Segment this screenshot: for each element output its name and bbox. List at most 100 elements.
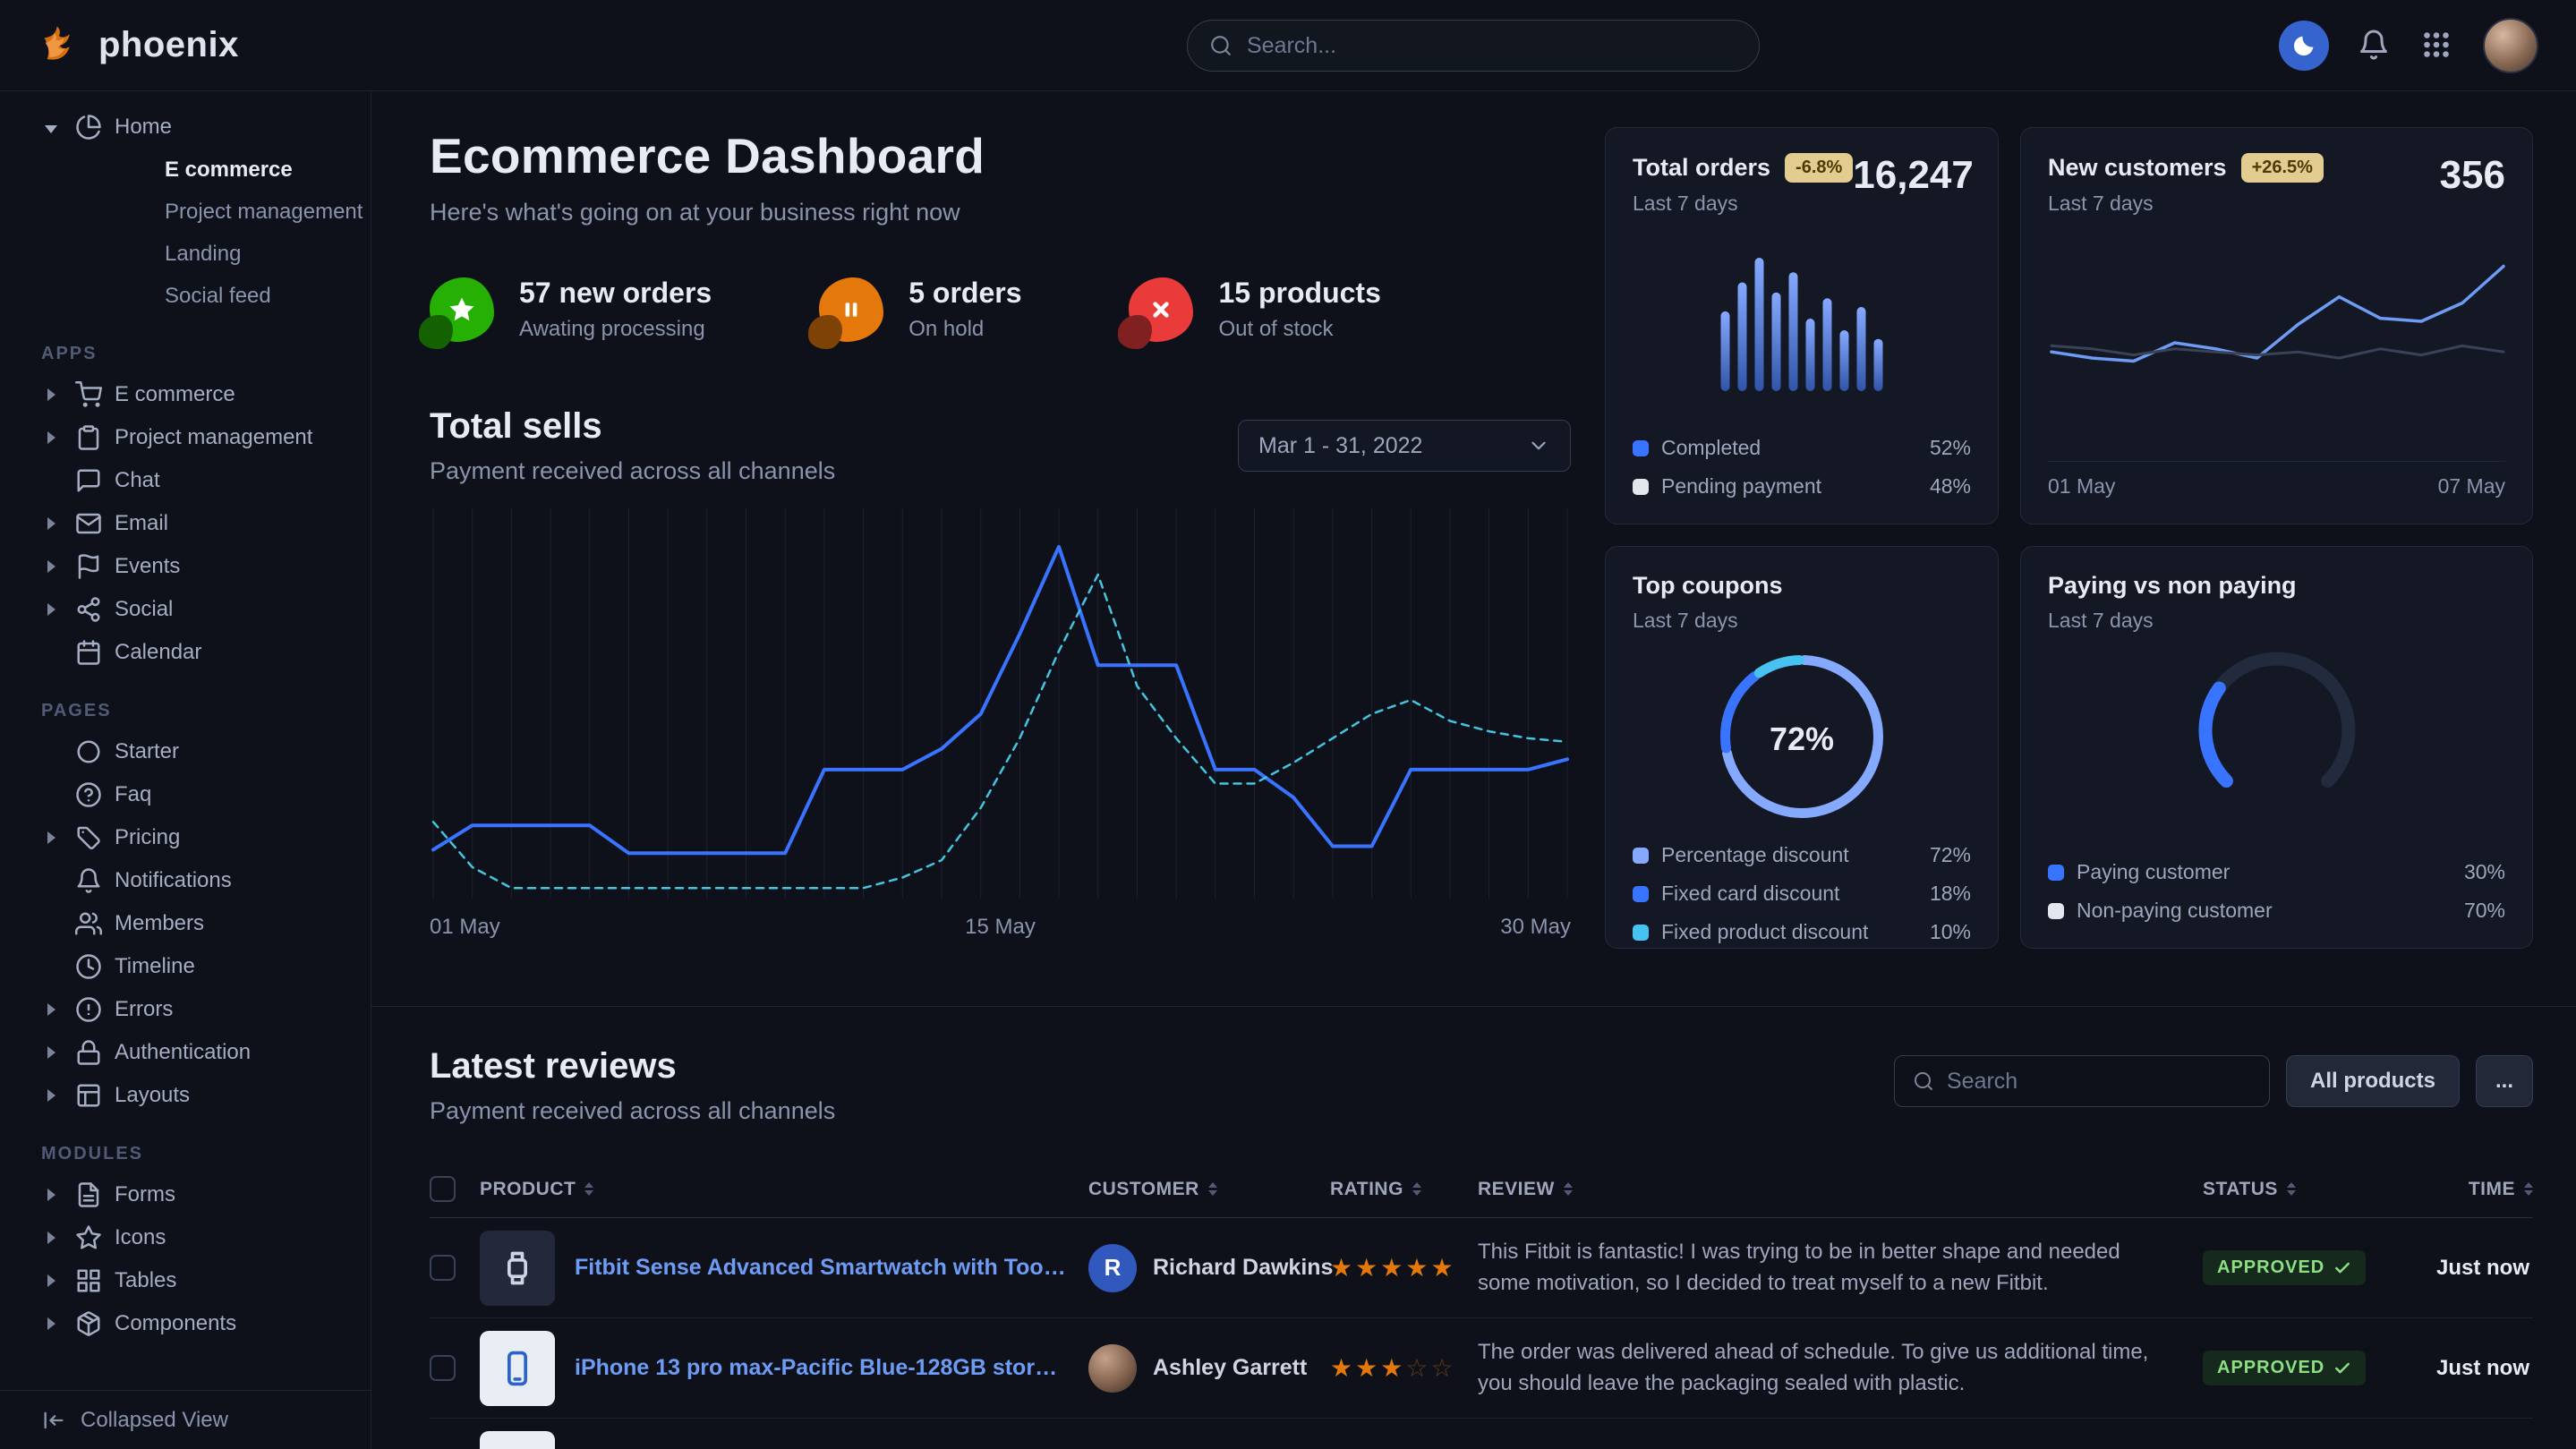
chevron-right-icon: [39, 1003, 63, 1016]
sidebar-item-chat[interactable]: Chat: [0, 459, 371, 502]
legend-value: 48%: [1930, 474, 1971, 499]
page-subtitle: Here's what's going on at your business …: [430, 199, 1571, 226]
chevron-right-icon: [39, 517, 63, 530]
main-content: Ecommerce Dashboard Here's what's going …: [371, 91, 2576, 1449]
pie-chart-icon: [75, 114, 102, 141]
axis-label: 01 May: [2048, 474, 2115, 499]
column-header-review[interactable]: REVIEW: [1478, 1179, 2203, 1200]
legend-swatch: [1633, 440, 1649, 456]
column-header-rating[interactable]: RATING: [1330, 1179, 1478, 1200]
sidebar-item-e-commerce-app[interactable]: E commerce: [0, 373, 371, 416]
sidebar-item-layouts[interactable]: Layouts: [0, 1074, 371, 1117]
column-label: STATUS: [2203, 1179, 2278, 1200]
sidebar-item-email[interactable]: Email: [0, 502, 371, 545]
collapsed-view-label: Collapsed View: [81, 1408, 228, 1433]
legend-item: Fixed product discount 10%: [1633, 920, 1971, 944]
legend-value: 18%: [1930, 882, 1971, 906]
sidebar-item-components[interactable]: Components: [0, 1302, 371, 1345]
product-link[interactable]: iPhone 13 pro max-Pacific Blue-128GB sto…: [575, 1355, 1067, 1381]
notifications-button[interactable]: [2358, 29, 2392, 63]
column-header-status[interactable]: STATUS: [2203, 1179, 2409, 1200]
legend-value: 52%: [1930, 436, 1971, 460]
column-header-customer[interactable]: CUSTOMER: [1088, 1179, 1330, 1200]
column-label: REVIEW: [1478, 1179, 1555, 1200]
date-range-select[interactable]: Mar 1 - 31, 2022: [1238, 420, 1571, 472]
column-header-time[interactable]: TIME: [2409, 1179, 2533, 1200]
star-icon: [447, 294, 477, 325]
column-header-product[interactable]: PRODUCT: [480, 1179, 1088, 1200]
rating-stars: ★★★☆☆: [1330, 1353, 1478, 1383]
sidebar-item-starter[interactable]: Starter: [0, 730, 371, 773]
total-sells-subtitle: Payment received across all channels: [430, 457, 835, 485]
sidebar-subitem-label: Social feed: [165, 284, 271, 309]
table-row: iPhone 13 pro max-Pacific Blue-128GB sto…: [430, 1318, 2533, 1419]
alert-circle-icon: [75, 996, 102, 1023]
mail-icon: [75, 510, 102, 537]
global-search-input[interactable]: [1247, 33, 1737, 59]
row-checkbox[interactable]: [430, 1355, 456, 1381]
sidebar-item-social[interactable]: Social: [0, 588, 371, 631]
reviews-search[interactable]: [1894, 1055, 2270, 1107]
sidebar-item-authentication[interactable]: Authentication: [0, 1031, 371, 1074]
sidebar-section-modules: MODULES: [0, 1144, 371, 1164]
brand-logo[interactable]: phoenix: [38, 22, 239, 69]
reviews-search-input[interactable]: [1947, 1069, 2251, 1095]
review-text: The order was delivered ahead of schedul…: [1478, 1337, 2203, 1400]
legend-item: Paying customer 30%: [2048, 860, 2505, 884]
sidebar-subitem-landing[interactable]: Landing: [0, 233, 371, 275]
row-checkbox[interactable]: [430, 1255, 456, 1281]
stat-value: 57 new orders: [519, 277, 712, 310]
sidebar-subitem-social-feed[interactable]: Social feed: [0, 275, 371, 317]
total-sells-x-axis: 01 May 15 May 30 May: [430, 915, 1571, 940]
sidebar-item-forms[interactable]: Forms: [0, 1173, 371, 1216]
review-time: Just now: [2409, 1356, 2533, 1381]
axis-label: 30 May: [1500, 915, 1571, 940]
sidebar-item-events[interactable]: Events: [0, 545, 371, 588]
trend-badge: -6.8%: [1785, 153, 1853, 183]
sidebar-item-label: Authentication: [115, 1040, 251, 1065]
global-search[interactable]: [1187, 20, 1760, 72]
product-link[interactable]: Fitbit Sense Advanced Smartwatch with To…: [575, 1255, 1067, 1281]
sidebar-item-pricing[interactable]: Pricing: [0, 816, 371, 859]
all-products-button[interactable]: All products: [2286, 1055, 2460, 1107]
stat-value: 5 orders: [908, 277, 1021, 310]
top-coupons-donut: 72%: [1719, 654, 1884, 823]
search-icon: [1913, 1070, 1934, 1092]
select-all-checkbox[interactable]: [430, 1176, 456, 1202]
user-avatar[interactable]: [2483, 18, 2538, 73]
sidebar-item-notifications[interactable]: Notifications: [0, 859, 371, 902]
more-options-button[interactable]: ...: [2476, 1055, 2533, 1107]
stats-row: 57 new orders Awating processing 5 order…: [430, 277, 1571, 342]
moon-icon: [2290, 32, 2317, 59]
sidebar-item-tables[interactable]: Tables: [0, 1259, 371, 1302]
axis-label: 01 May: [430, 915, 500, 940]
table-row: Fitbit Sense Advanced Smartwatch with To…: [430, 1218, 2533, 1318]
sidebar-item-home[interactable]: Home: [0, 106, 371, 149]
sidebar-item-errors[interactable]: Errors: [0, 988, 371, 1031]
x-icon: [1146, 294, 1176, 325]
sidebar-item-label: Email: [115, 511, 168, 536]
latest-reviews-section: Latest reviews Payment received across a…: [430, 1007, 2533, 1449]
collapsed-view-toggle[interactable]: Collapsed View: [0, 1390, 371, 1449]
theme-toggle-button[interactable]: [2279, 21, 2329, 71]
sidebar-item-label: E commerce: [115, 382, 235, 407]
legend-label: Completed: [1661, 436, 1761, 460]
chevron-right-icon: [39, 1046, 63, 1059]
sidebar-item-timeline[interactable]: Timeline: [0, 945, 371, 988]
stat-new-orders: 57 new orders Awating processing: [430, 277, 712, 342]
stat-out-of-stock: 15 products Out of stock: [1129, 277, 1380, 342]
sidebar-item-calendar[interactable]: Calendar: [0, 631, 371, 674]
apps-grid-button[interactable]: [2420, 29, 2454, 63]
sidebar-section-pages: PAGES: [0, 701, 371, 721]
sidebar-item-members[interactable]: Members: [0, 902, 371, 945]
sidebar-subitem-e-commerce[interactable]: E commerce: [0, 149, 371, 191]
chevron-down-icon: [39, 122, 63, 133]
chevron-right-icon: [39, 1274, 63, 1287]
sidebar-item-icons[interactable]: Icons: [0, 1216, 371, 1259]
sidebar-item-faq[interactable]: Faq: [0, 773, 371, 816]
legend-label: Fixed product discount: [1661, 920, 1868, 944]
sidebar-subitem-project-management[interactable]: Project management: [0, 191, 371, 233]
new-customers-chart: [2048, 244, 2507, 420]
sidebar-item-project-management-app[interactable]: Project management: [0, 416, 371, 459]
rating-stars: ★★★★★: [1330, 1253, 1478, 1283]
